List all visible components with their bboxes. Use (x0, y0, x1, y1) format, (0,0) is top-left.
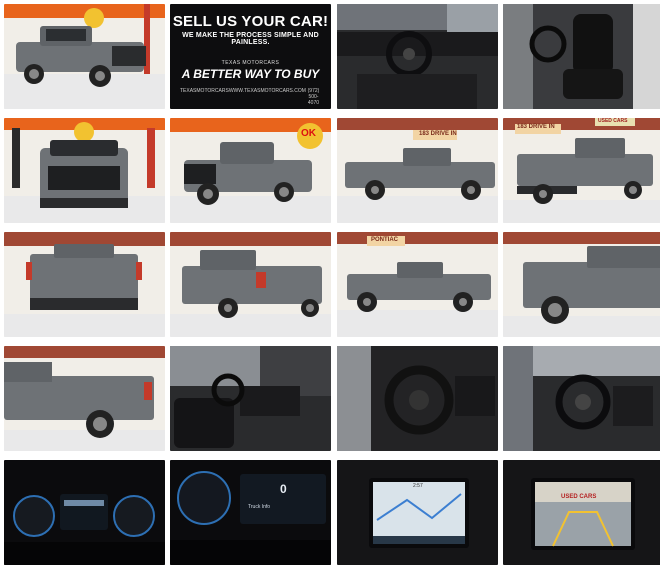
thumb-front[interactable] (4, 118, 165, 223)
cluster-info-line: Truck Info (248, 504, 271, 510)
promo-footer-url: WWW.TEXASMOTORCARS.COM (228, 88, 306, 94)
promo-headline: SELL US YOUR CAR! (172, 13, 329, 30)
thumb-bed-side[interactable] (4, 346, 165, 451)
sign-pontiac: PONTIAC (371, 237, 398, 243)
photo-gallery: SELL US YOUR CAR! WE MAKE THE PROCESS SI… (0, 0, 660, 567)
promo-tagline: A BETTER WAY TO BUY (181, 67, 320, 81)
thumb-cluster-1[interactable] (4, 460, 165, 565)
thumb-front-quarter[interactable] (4, 4, 165, 109)
thumb-cluster-2[interactable]: 0 Truck Info (170, 460, 331, 565)
cluster-speed-readout: 0 (280, 482, 287, 496)
thumb-interior-passenger[interactable] (170, 346, 331, 451)
thumb-dash-wide[interactable] (503, 346, 660, 451)
thumb-nav-screen[interactable]: 2:57 (337, 460, 498, 565)
camera-sign: USED CARS (561, 494, 597, 500)
thumb-side-closeup[interactable] (503, 232, 660, 337)
thumb-rear[interactable] (4, 232, 165, 337)
sign-drive-in: 183 DRIVE IN (419, 131, 457, 137)
promo-subline: WE MAKE THE PROCESS SIMPLE AND PAINLESS. (182, 32, 319, 46)
thumb-rear-quarter[interactable]: 183 DRIVE IN USED CARS (503, 118, 660, 223)
promo-footer-left: TEXASMOTORCARS (180, 88, 229, 94)
thumb-side-driver[interactable]: 183 DRIVE IN (337, 118, 498, 223)
promo-footer: TEXASMOTORCARS WWW.TEXASMOTORCARS.COM (9… (170, 88, 331, 106)
sign-used-cars: USED CARS (598, 118, 628, 124)
thumb-driver-seat[interactable] (503, 4, 660, 109)
thumb-side-passenger[interactable]: PONTIAC (337, 232, 498, 337)
thumb-promo-banner[interactable]: SELL US YOUR CAR! WE MAKE THE PROCESS SI… (170, 4, 331, 109)
thumb-backup-camera[interactable]: USED CARS (503, 460, 660, 565)
nav-time: 2:57 (413, 483, 423, 489)
sign-drive-in-2: 183 DRIVE IN (517, 124, 555, 130)
promo-brand: TEXAS MOTORCARS (221, 60, 280, 66)
thumb-rear-quarter-2[interactable] (170, 232, 331, 337)
thumb-front-quarter-ok[interactable]: OK (170, 118, 331, 223)
sign-ok: OK (301, 128, 316, 139)
thumb-steering-wheel[interactable] (337, 346, 498, 451)
promo-footer-phone: (972) 500-4070 (307, 88, 320, 106)
thumb-interior-dash[interactable] (337, 4, 498, 109)
